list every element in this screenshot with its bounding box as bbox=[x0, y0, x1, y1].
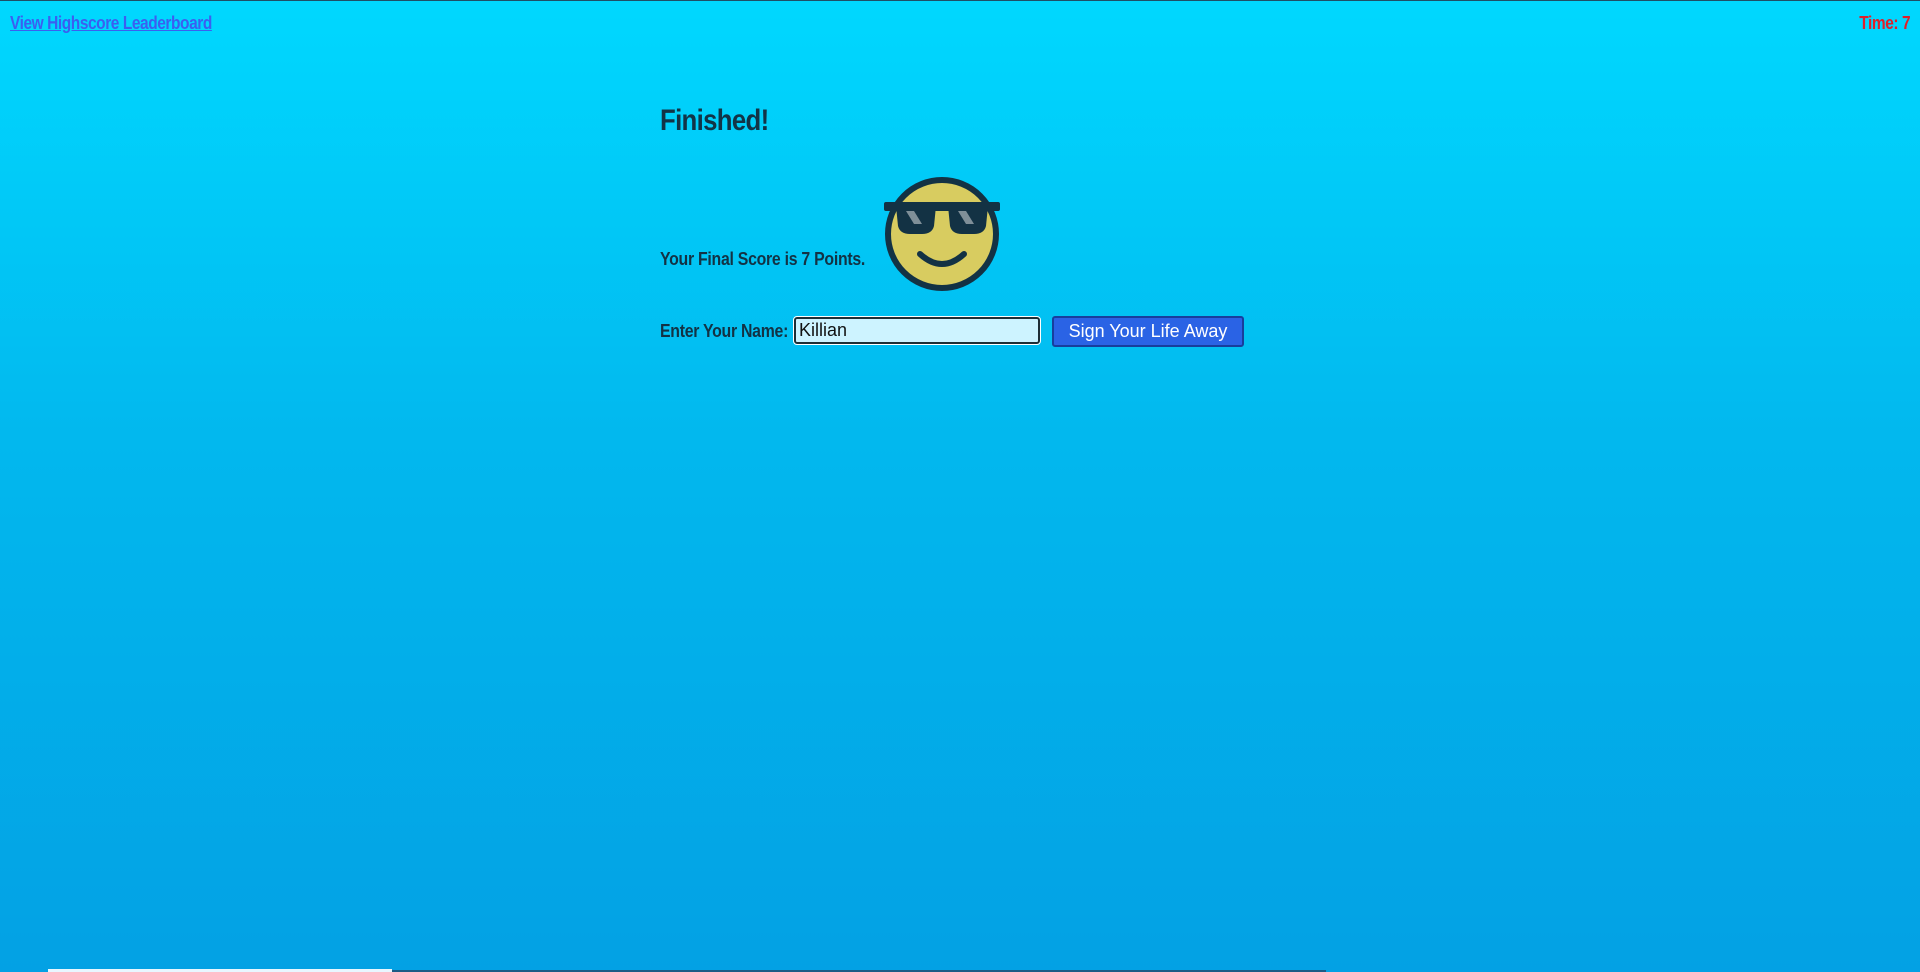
name-input[interactable] bbox=[793, 316, 1041, 345]
final-score-text: Your Final Score is 7 Points. bbox=[660, 249, 866, 269]
sign-your-life-away-button[interactable]: Sign Your Life Away bbox=[1052, 316, 1244, 347]
smiling-face-with-sunglasses-icon bbox=[884, 177, 1000, 291]
quiz-finished-panel: Finished! Your Final Score is 7 Points. … bbox=[660, 101, 1360, 347]
name-label: Enter Your Name: bbox=[660, 321, 789, 341]
page-title: Finished! bbox=[660, 104, 769, 137]
timer-display: Time: 7 bbox=[1859, 13, 1910, 33]
score-row: Your Final Score is 7 Points. bbox=[660, 176, 1360, 296]
view-highscore-leaderboard-link[interactable]: View Highscore Leaderboard bbox=[10, 13, 212, 34]
name-entry-row: Enter Your Name: Sign Your Life Away bbox=[660, 315, 1360, 347]
